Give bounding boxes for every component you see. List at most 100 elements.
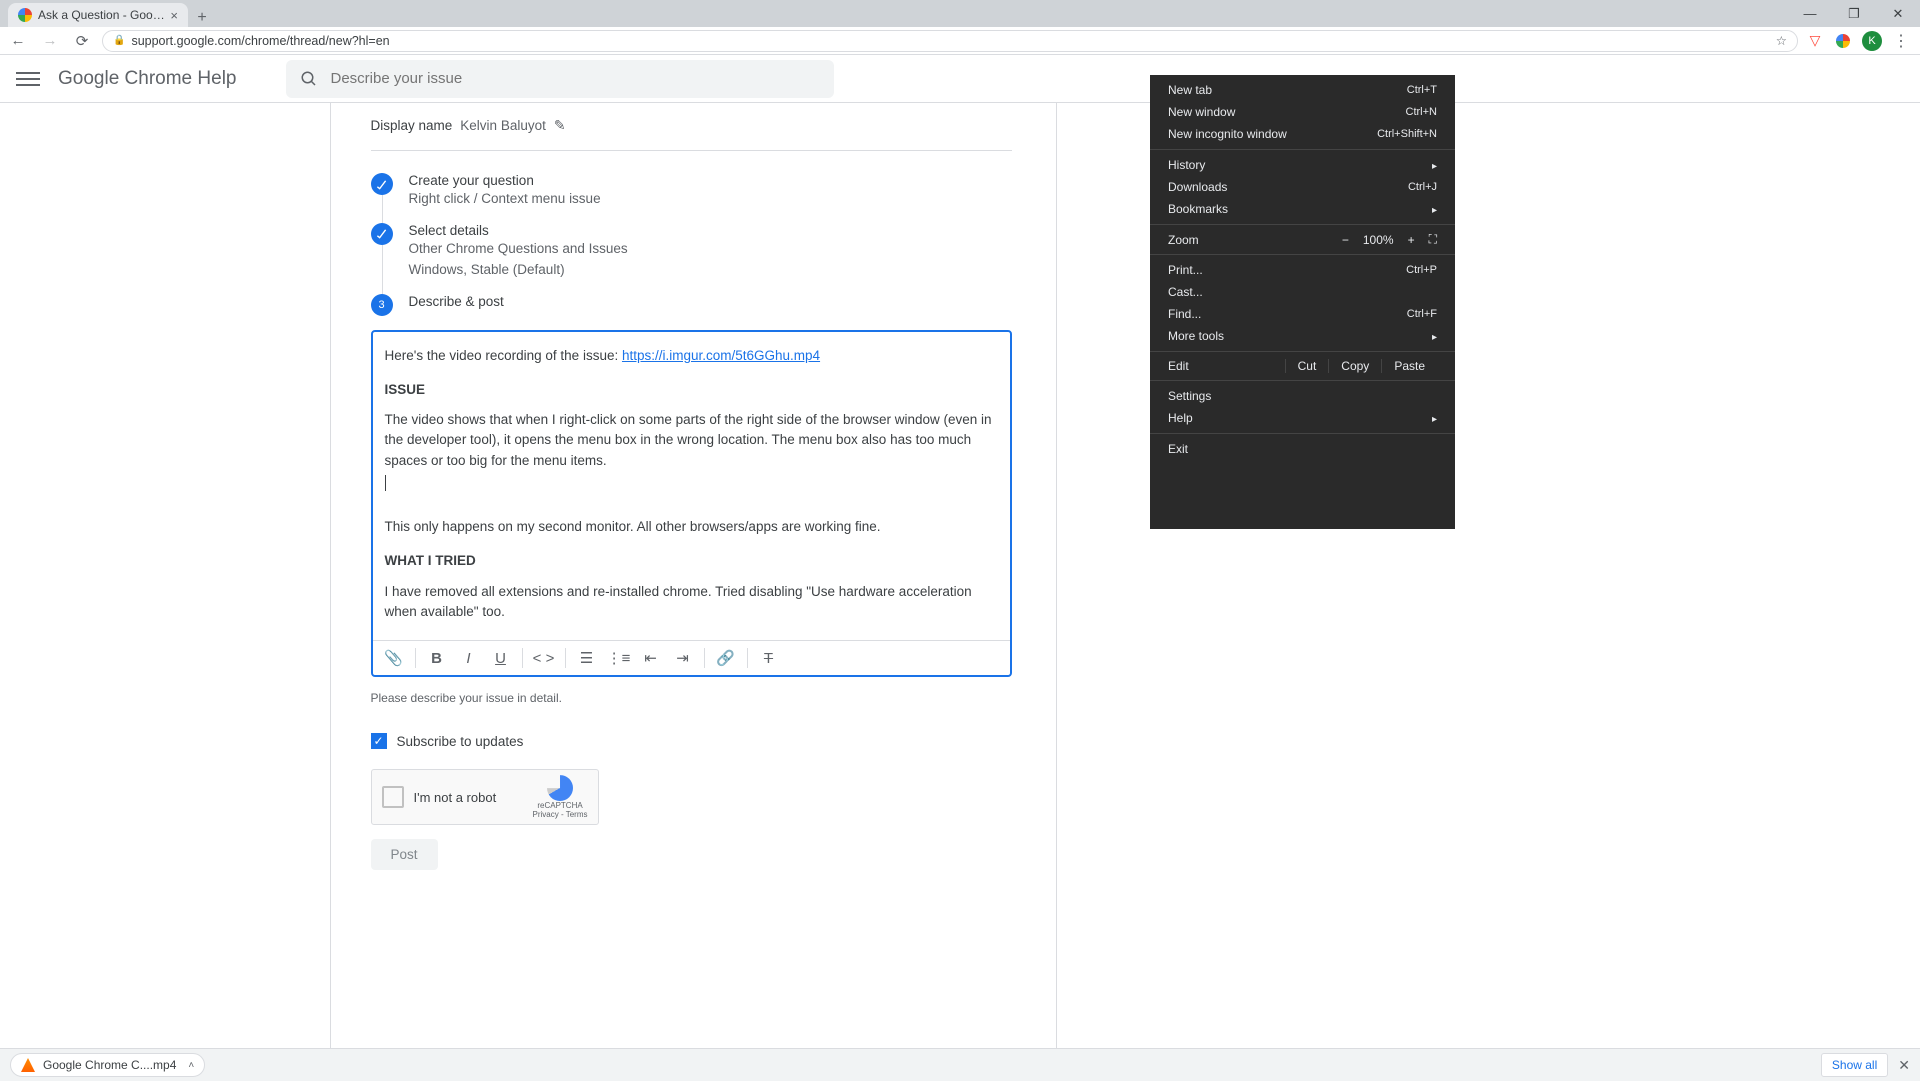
search-input[interactable] (330, 70, 820, 87)
window-titlebar: Ask a Question - Google Chrome × + — ❐ ✕ (0, 0, 1920, 27)
recaptcha-checkbox[interactable] (382, 786, 404, 808)
ctx-copy[interactable]: Copy (1328, 359, 1381, 373)
nav-forward-button[interactable]: → (38, 29, 62, 53)
step-1-sub: Right click / Context menu issue (409, 190, 601, 209)
link-icon[interactable]: 🔗 (715, 647, 737, 669)
clear-format-icon[interactable]: T (758, 647, 780, 669)
underline-icon[interactable]: U (490, 647, 512, 669)
step-2[interactable]: Select details Other Chrome Questions an… (371, 223, 1012, 280)
helper-text: Please describe your issue in detail. (371, 691, 1012, 705)
editor-textarea[interactable]: Here's the video recording of the issue:… (373, 332, 1010, 641)
nav-back-button[interactable]: ← (6, 29, 30, 53)
editor-body3: I have removed all extensions and re-ins… (385, 582, 998, 623)
hamburger-menu-button[interactable] (16, 67, 40, 91)
ctx-print[interactable]: Print...Ctrl+P (1150, 259, 1455, 281)
step-3: 3 Describe & post (371, 294, 1012, 316)
downloads-bar: Google Chrome C....mp4 ˄ Show all ✕ (0, 1048, 1920, 1081)
browser-tab-active[interactable]: Ask a Question - Google Chrome × (8, 3, 188, 27)
bold-icon[interactable]: B (426, 647, 448, 669)
ctx-exit[interactable]: Exit (1150, 438, 1455, 460)
indent-icon[interactable]: ⇥ (672, 647, 694, 669)
step-1[interactable]: Create your question Right click / Conte… (371, 173, 1012, 209)
new-tab-button[interactable]: + (188, 9, 216, 27)
editor-line1-prefix: Here's the video recording of the issue: (385, 348, 622, 363)
profile-avatar[interactable]: K (1862, 31, 1882, 51)
attach-icon[interactable]: 📎 (383, 647, 405, 669)
fullscreen-icon[interactable]: ⛶ (1429, 232, 1437, 247)
ctx-new-window[interactable]: New windowCtrl+N (1150, 101, 1455, 123)
outdent-icon[interactable]: ⇤ (640, 647, 662, 669)
step-2-sub2: Windows, Stable (Default) (409, 261, 628, 280)
display-name-value: Kelvin Baluyot (460, 118, 546, 133)
ctx-paste[interactable]: Paste (1381, 359, 1437, 373)
step-3-badge: 3 (371, 294, 393, 316)
tab-strip: Ask a Question - Google Chrome × + (0, 0, 1788, 27)
ctx-find[interactable]: Find...Ctrl+F (1150, 303, 1455, 325)
bookmark-star-icon[interactable]: ☆ (1776, 33, 1787, 48)
window-maximize-button[interactable]: ❐ (1832, 0, 1876, 27)
number-list-icon[interactable]: ⋮≡ (608, 647, 630, 669)
edit-pencil-icon[interactable]: ✎ (554, 117, 566, 134)
step-2-sub1: Other Chrome Questions and Issues (409, 240, 628, 259)
editor-heading-tried: WHAT I TRIED (385, 551, 998, 571)
editor-body2: This only happens on my second monitor. … (385, 517, 998, 537)
recaptcha-icon (547, 775, 573, 801)
extension-icons: ▽ K ⋮ (1806, 31, 1914, 51)
step-2-title: Select details (409, 223, 628, 238)
subscribe-row[interactable]: ✓ Subscribe to updates (371, 733, 1012, 749)
text-caret (385, 475, 386, 491)
window-minimize-button[interactable]: — (1788, 0, 1832, 27)
display-name-label: Display name (371, 118, 453, 133)
window-close-button[interactable]: ✕ (1876, 0, 1920, 27)
step-badge-icon (371, 173, 393, 195)
zoom-in-button[interactable]: + (1408, 233, 1415, 247)
zoom-out-button[interactable]: − (1342, 233, 1349, 247)
ctx-more-tools[interactable]: More tools (1150, 325, 1455, 347)
show-all-button[interactable]: Show all (1821, 1053, 1888, 1077)
ctx-edit: Edit Cut Copy Paste (1150, 356, 1455, 376)
ctx-downloads[interactable]: DownloadsCtrl+J (1150, 176, 1455, 198)
vlc-cone-icon (21, 1058, 35, 1072)
chrome-context-menu: New tabCtrl+T New windowCtrl+N New incog… (1150, 75, 1455, 529)
window-controls: — ❐ ✕ (1788, 0, 1920, 27)
display-name-row: Display name Kelvin Baluyot ✎ (371, 111, 1012, 151)
editor-link[interactable]: https://i.imgur.com/5t6GGhu.mp4 (622, 348, 820, 363)
editor-box: Here's the video recording of the issue:… (371, 330, 1012, 678)
url-text: support.google.com/chrome/thread/new?hl=… (131, 34, 389, 48)
search-box[interactable] (286, 60, 834, 98)
ctx-new-tab[interactable]: New tabCtrl+T (1150, 79, 1455, 101)
ctx-cast[interactable]: Cast... (1150, 281, 1455, 303)
ctx-help[interactable]: Help (1150, 407, 1455, 429)
ctx-zoom: Zoom − 100% + ⛶ (1150, 229, 1455, 250)
italic-icon[interactable]: I (458, 647, 480, 669)
download-filename: Google Chrome C....mp4 (43, 1058, 176, 1072)
tab-close-icon[interactable]: × (170, 8, 178, 23)
tab-title: Ask a Question - Google Chrome (38, 8, 166, 22)
zoom-value: 100% (1363, 233, 1394, 247)
chrome-menu-button[interactable]: ⋮ (1892, 32, 1910, 50)
checkbox-checked-icon[interactable]: ✓ (371, 733, 387, 749)
download-item[interactable]: Google Chrome C....mp4 ˄ (10, 1053, 205, 1077)
ctx-cut[interactable]: Cut (1285, 359, 1329, 373)
lock-icon: 🔒 (113, 35, 125, 46)
ctx-settings[interactable]: Settings (1150, 385, 1455, 407)
recaptcha[interactable]: I'm not a robot reCAPTCHA Privacy - Term… (371, 769, 599, 825)
ctx-bookmarks[interactable]: Bookmarks (1150, 198, 1455, 220)
nav-reload-button[interactable]: ⟳ (70, 29, 94, 53)
brand-title: Google Chrome Help (58, 68, 236, 90)
ctx-history[interactable]: History (1150, 154, 1455, 176)
downloads-close-icon[interactable]: ✕ (1898, 1057, 1910, 1074)
search-icon (300, 70, 318, 88)
chrome-ext-icon[interactable] (1834, 32, 1852, 50)
editor-heading-issue: ISSUE (385, 380, 998, 400)
code-icon[interactable]: < > (533, 647, 555, 669)
step-1-title: Create your question (409, 173, 601, 188)
post-button[interactable]: Post (371, 839, 438, 870)
chevron-up-icon[interactable]: ˄ (188, 1060, 194, 1071)
brave-shield-icon[interactable]: ▽ (1806, 32, 1824, 50)
url-field[interactable]: 🔒 support.google.com/chrome/thread/new?h… (102, 30, 1798, 52)
ctx-incognito[interactable]: New incognito windowCtrl+Shift+N (1150, 123, 1455, 145)
recaptcha-logo: reCAPTCHA Privacy - Terms (533, 775, 588, 819)
editor-toolbar: 📎 B I U < > ☰ ⋮≡ ⇤ ⇥ 🔗 T (373, 640, 1010, 675)
bullet-list-icon[interactable]: ☰ (576, 647, 598, 669)
